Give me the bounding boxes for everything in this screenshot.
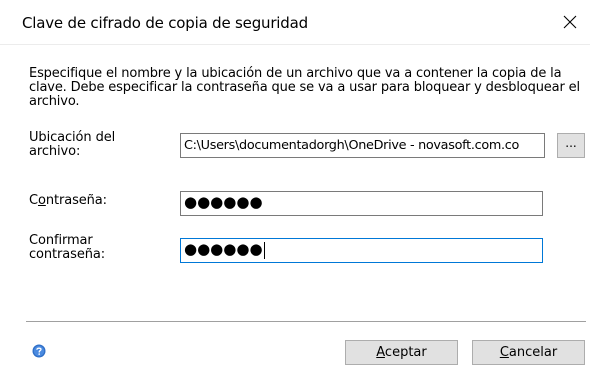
password-label-pre: C (29, 193, 38, 208)
password-label: Contraseña: (29, 194, 107, 208)
help-icon[interactable] (32, 344, 46, 358)
footer-separator (26, 321, 586, 322)
backup-key-dialog: Clave de cifrado de copia de seguridad E… (0, 0, 590, 381)
cancel-button[interactable]: Cancelar (472, 340, 585, 365)
accept-label: ceptar (384, 345, 427, 360)
password-masked-value: ●●●●●● (184, 193, 263, 211)
file-location-input[interactable]: C:\Users\documentadorgh\OneDrive - novas… (180, 133, 545, 158)
dialog-title: Clave de cifrado de copia de seguridad (22, 14, 308, 32)
accept-button[interactable]: Aceptar (345, 340, 458, 365)
confirm-password-label-line1: Confirmar (29, 233, 93, 248)
file-location-value: C:\Users\documentadorgh\OneDrive - novas… (184, 138, 520, 153)
file-location-label: Ubicación del archivo: (29, 131, 115, 159)
confirm-password-label: Confirmar contraseña: (29, 234, 105, 262)
confirm-password-masked-value: ●●●●●● (184, 240, 263, 258)
close-icon (563, 15, 577, 29)
confirm-password-input[interactable]: ●●●●●● (180, 238, 543, 263)
browse-button[interactable]: ... (557, 133, 585, 158)
password-input[interactable]: ●●●●●● (180, 191, 543, 216)
cancel-label: ancelar (508, 345, 558, 360)
confirm-password-label-line2: contraseña: (29, 247, 106, 262)
password-label-mnemonic: o (37, 193, 46, 208)
cancel-mnemonic: C (499, 345, 509, 360)
instructions-text: Especifique el nombre y la ubicación de … (29, 66, 580, 109)
password-label-post: ntraseña: (45, 193, 107, 208)
file-location-label-line1: Ubicación del (29, 130, 116, 145)
title-bar: Clave de cifrado de copia de seguridad (0, 0, 590, 40)
close-button[interactable] (550, 8, 590, 36)
file-location-label-line2: archivo: (29, 144, 81, 159)
text-caret (263, 242, 265, 259)
accept-mnemonic: A (376, 345, 385, 360)
